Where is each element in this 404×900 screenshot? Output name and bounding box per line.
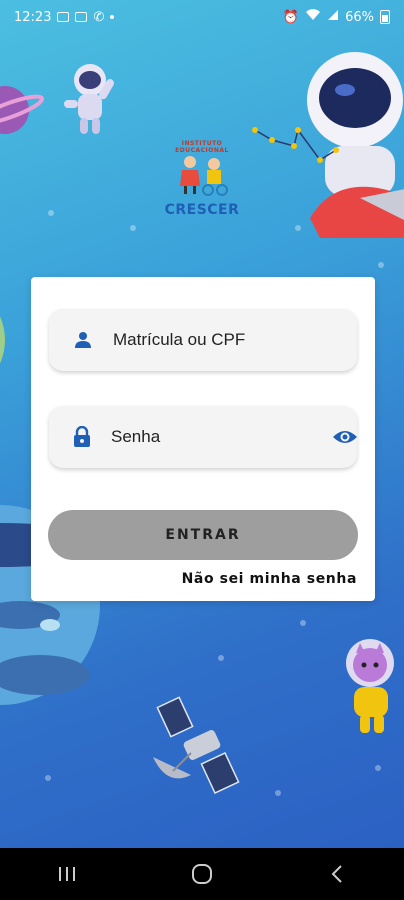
enter-button[interactable]: ENTRAR: [48, 510, 358, 560]
youtube-icon: [57, 12, 70, 22]
cat-astronaut-illustration: [346, 639, 394, 733]
password-input[interactable]: [111, 427, 332, 447]
wifi-icon: [305, 9, 321, 25]
recent-apps-icon: [59, 867, 76, 881]
star-decoration: [218, 655, 224, 661]
battery-icon: [380, 10, 390, 24]
status-time: 12:23: [14, 9, 52, 25]
phone-icon: ✆: [93, 9, 105, 25]
planet-edge-illustration: [0, 316, 5, 364]
constellation-illustration: [252, 127, 339, 163]
satellite-illustration: [153, 696, 240, 794]
home-icon: [191, 864, 212, 884]
signal-icon: [327, 9, 339, 25]
astronaut-illustration: [64, 64, 114, 134]
battery-percent: 66%: [345, 9, 374, 25]
star-decoration: [130, 225, 136, 231]
star-decoration: [378, 262, 384, 268]
forgot-password-link[interactable]: Não sei minha senha: [182, 571, 357, 587]
gallery-icon: [75, 12, 88, 22]
username-input[interactable]: [113, 330, 357, 350]
star-decoration: [275, 790, 281, 796]
password-field[interactable]: [49, 406, 357, 468]
kids-logo-icon: [180, 156, 228, 196]
navigation-bar: [0, 848, 404, 900]
logo-brand: CRESCER: [164, 202, 240, 218]
home-button[interactable]: [182, 854, 222, 894]
login-card: ENTRAR Não sei minha senha: [31, 277, 375, 601]
person-icon: [73, 330, 93, 350]
star-decoration: [48, 210, 54, 216]
eye-icon[interactable]: [332, 427, 358, 447]
username-field[interactable]: [49, 309, 357, 371]
login-screen: 12:23 ✆ ⏰ 66% INSTITUTO EDUCACIONAL CRES…: [0, 0, 404, 900]
back-icon: [331, 865, 342, 883]
planet-illustration: [0, 86, 45, 134]
star-decoration: [45, 775, 51, 781]
recent-apps-button[interactable]: [47, 854, 87, 894]
crescer-logo: INSTITUTO EDUCACIONAL CRESCER: [158, 140, 246, 224]
status-bar: 12:23 ✆ ⏰ 66%: [0, 0, 404, 34]
notification-dot-icon: [110, 15, 115, 19]
back-button[interactable]: [317, 854, 357, 894]
status-right: ⏰ 66%: [283, 9, 390, 25]
lock-icon: [73, 426, 91, 447]
star-decoration: [375, 765, 381, 771]
star-decoration: [300, 620, 306, 626]
status-left: 12:23 ✆: [14, 9, 115, 25]
alarm-icon: ⏰: [282, 9, 300, 25]
